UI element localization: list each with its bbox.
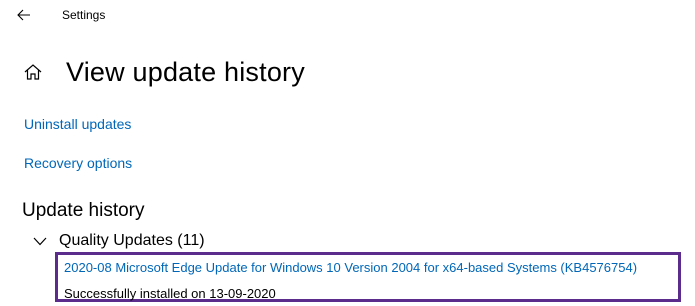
settings-window: Settings View update history Uninstall u… <box>0 0 695 306</box>
back-arrow-icon <box>17 9 30 21</box>
window-title: Settings <box>62 8 106 22</box>
page-header: View update history <box>22 52 305 92</box>
update-history-heading: Update history <box>22 200 145 221</box>
update-status: Successfully installed on 13-09-2020 <box>64 286 276 301</box>
home-icon[interactable] <box>22 61 44 83</box>
title-bar: Settings <box>0 0 695 30</box>
update-title-link[interactable]: 2020-08 Microsoft Edge Update for Window… <box>64 260 637 275</box>
chevron-down-icon <box>32 233 48 249</box>
uninstall-updates-link[interactable]: Uninstall updates <box>24 116 131 132</box>
back-button[interactable] <box>14 5 34 25</box>
page-title: View update history <box>66 56 305 87</box>
update-list-item: 2020-08 Microsoft Edge Update for Window… <box>64 260 637 275</box>
recovery-options-link[interactable]: Recovery options <box>24 155 132 171</box>
quality-updates-toggle[interactable]: Quality Updates (11) <box>32 230 205 252</box>
category-label: Quality Updates (11) <box>59 232 205 249</box>
